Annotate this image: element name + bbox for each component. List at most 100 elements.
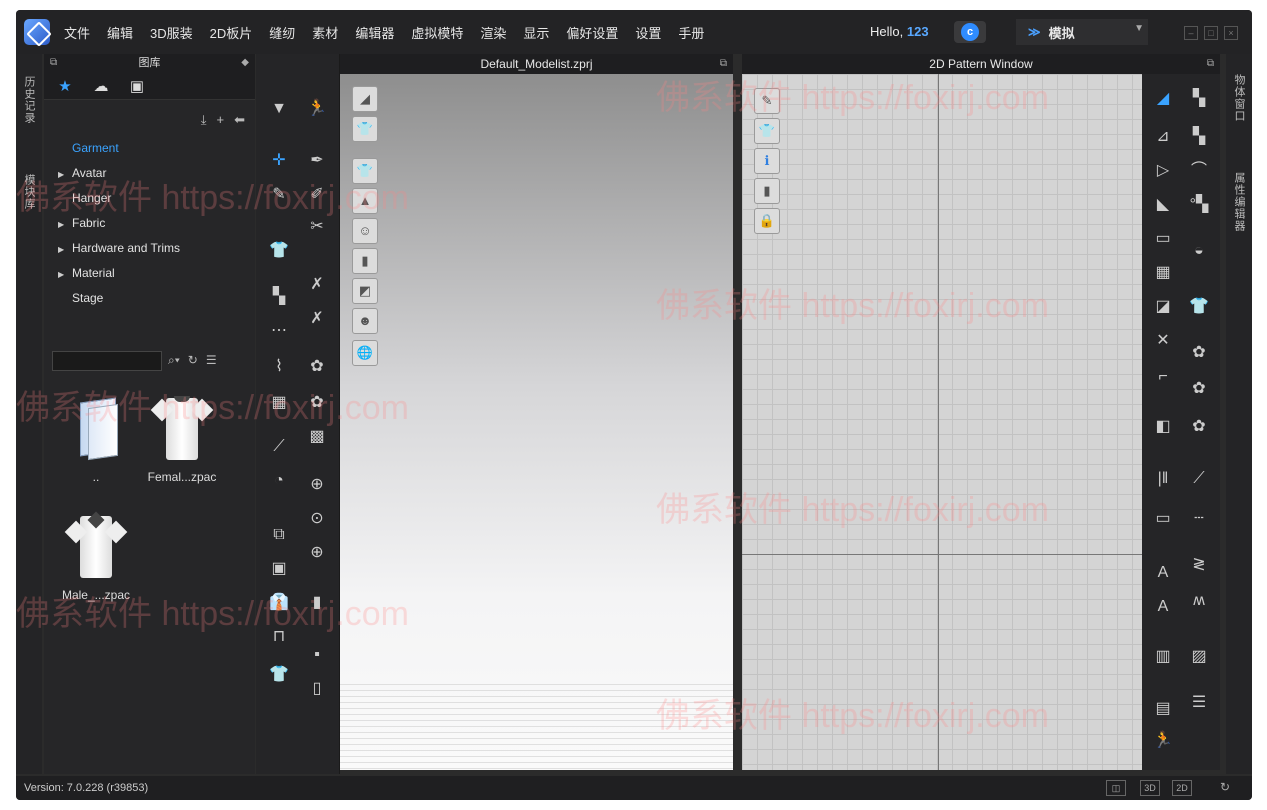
pattern-texture-icon[interactable]: ▩ [304,426,330,448]
lock-garment-icon[interactable]: 🔒 [754,208,780,234]
tree-item-hardware[interactable]: ▶ Hardware and Trims [58,236,180,261]
zigzag-icon[interactable]: ≷ [1186,554,1212,576]
graphic-icon[interactable]: ✿ [304,392,330,414]
zipper-pull-icon[interactable]: ▮ [304,592,330,614]
back-arrow-icon[interactable]: ⬅ [234,112,245,128]
fabric-texture-icon[interactable]: ▮ [754,178,780,204]
info-icon[interactable]: ℹ [754,148,780,174]
cut-line-icon[interactable]: ✕ [1150,330,1176,352]
menu-2d-pattern[interactable]: 2D板片 [210,23,253,42]
menu-settings[interactable]: 设置 [635,23,661,42]
free-sewing-icon[interactable]: ✗ [304,308,330,330]
search-icon[interactable]: ⌕▾ [168,353,180,368]
expand-arrow-icon[interactable]: ▶ [58,162,72,187]
fabric-icon[interactable]: ▮ [352,248,378,274]
split-view-icon[interactable]: ◫ [1106,780,1126,796]
lock-button-icon[interactable]: ⊕ [304,542,330,564]
undock-icon[interactable]: ⧉ [50,54,57,72]
property-editor-tab[interactable]: 属性编辑器 [1231,172,1247,232]
2d-pattern-viewport[interactable]: ✎ 👕 ℹ ▮ 🔒 [742,74,1142,770]
pin-needle-icon[interactable]: ⟋ [266,436,292,458]
list-view-icon[interactable]: ☰ [206,353,217,368]
circle-point-icon[interactable]: °▚ [1186,194,1212,216]
library-search-input[interactable] [52,351,162,371]
menu-preferences[interactable]: 偏好设置 [566,23,618,42]
dart-icon[interactable]: ◪ [1150,296,1176,318]
edit-sewing-icon[interactable]: ✎ [266,184,292,206]
tack-icon[interactable]: ✂ [304,216,330,238]
3d-viewport[interactable]: ◢ 👕 👕 ▲ ☺ ▮ ◩ ☻ 🌐 [340,74,733,770]
mode-selector[interactable]: ≫ 模拟 ▼ [1016,19,1148,45]
text-annotation-icon[interactable]: A [1150,596,1176,618]
maximize-button[interactable]: □ [1204,26,1218,40]
topstitch-icon[interactable]: ⌇ [266,356,292,378]
texture-icon[interactable]: ✿ [304,356,330,378]
tree-item-garment[interactable]: Garment [58,136,180,161]
menu-materials[interactable]: 素材 [312,23,338,42]
avatar-shirt-icon[interactable]: 👕 [266,664,292,686]
fold-tool-icon[interactable]: ✐ [304,184,330,206]
rectangle-icon[interactable]: ◣ [1150,194,1176,216]
fabric-roll-icon[interactable]: ▯ [304,678,330,700]
file-item-parent[interactable]: .. [56,392,136,484]
pattern-visibility-icon[interactable]: ✎ [754,88,780,114]
refresh-icon[interactable]: ↻ [188,353,198,368]
buttonhole-icon[interactable]: ⊙ [304,508,330,530]
show-pattern-2d-icon[interactable]: 👕 [754,118,780,144]
view-3d-button[interactable]: 3D [1140,780,1160,796]
internal-shape-icon[interactable]: ▚ [1186,88,1212,110]
notch-icon[interactable]: ⌐ [1150,366,1176,388]
history-tab[interactable]: 历史记录 [21,76,37,124]
app-logo-icon[interactable] [24,19,50,45]
display-avatar-icon[interactable]: ◢ [352,86,378,112]
fold-arrange-icon[interactable]: ▚ [1186,126,1212,148]
file-item-male[interactable]: Male_...zpac [56,510,136,602]
tshirt-mini-icon[interactable]: 👕 [1186,296,1212,318]
user-name[interactable]: 123 [907,24,929,39]
show-garment-icon[interactable]: 👕 [352,158,378,184]
tree-item-material[interactable]: ▶ Material [58,261,180,286]
text-tool-icon[interactable]: A [1150,562,1176,584]
cloud-button[interactable]: c [954,21,986,43]
expand-arrow-icon[interactable]: ▶ [58,262,72,287]
menu-render[interactable]: 渲染 [480,23,506,42]
store-bag-icon[interactable]: ▣ [126,75,148,97]
tuck-icon[interactable]: ▪ [304,644,330,666]
avatar-measure-icon[interactable]: 🏃 [1150,730,1176,752]
transform-pattern-icon[interactable]: ◢ [1150,88,1176,110]
button-icon[interactable]: ⊕ [304,474,330,496]
show-pattern-icon[interactable]: ▲ [352,188,378,214]
select-move-icon[interactable]: ▼ [266,98,292,120]
texture-swatch-icon[interactable]: ▨ [1186,646,1212,668]
object-window-tab[interactable]: 物体窗口 [1231,74,1247,122]
print-icon[interactable]: ▦ [266,392,292,414]
expand-arrow-icon[interactable]: ▶ [58,212,72,237]
tree-item-hanger[interactable]: Hanger [58,186,180,211]
fold-pattern-icon[interactable]: ◧ [1150,416,1176,438]
display-garment-icon[interactable]: 👕 [352,116,378,142]
undock-icon[interactable]: ⧉ [720,54,727,74]
menu-display[interactable]: 显示 [523,23,549,42]
style-texture-icon[interactable]: ✿ [1186,342,1212,364]
checker-icon[interactable]: ✿ [1186,416,1212,438]
segment-sewing-icon[interactable]: ✗ [304,274,330,296]
cloud-library-icon[interactable]: ☁ [90,75,112,97]
menu-avatar[interactable]: 虚拟模特 [411,23,463,42]
polygon-icon[interactable]: ▷ [1150,160,1176,182]
wave-icon[interactable]: ʍ [1186,590,1212,612]
fabric-layer-icon[interactable]: ▤ [1150,698,1176,720]
tape-measure-icon[interactable]: ▭ [1150,508,1176,530]
pin-icon[interactable]: ◆ [241,54,249,72]
menu-file[interactable]: 文件 [64,23,90,42]
garment-icon[interactable]: 👕 [266,240,292,262]
view-2d-button[interactable]: 2D [1172,780,1192,796]
add-icon[interactable]: + [217,112,225,128]
undock-icon[interactable]: ⧉ [1207,54,1214,74]
dashed-line-icon[interactable]: ┄ [1186,508,1212,530]
ruler-line-icon[interactable]: ⟋ [1186,468,1212,490]
tree-item-fabric[interactable]: ▶ Fabric [58,211,180,236]
menu-sewing[interactable]: 缝纫 [269,23,295,42]
tree-item-avatar[interactable]: ▶ Avatar [58,161,180,186]
favorites-star-icon[interactable]: ★ [54,75,76,97]
expand-arrow-icon[interactable]: ▶ [58,237,72,262]
